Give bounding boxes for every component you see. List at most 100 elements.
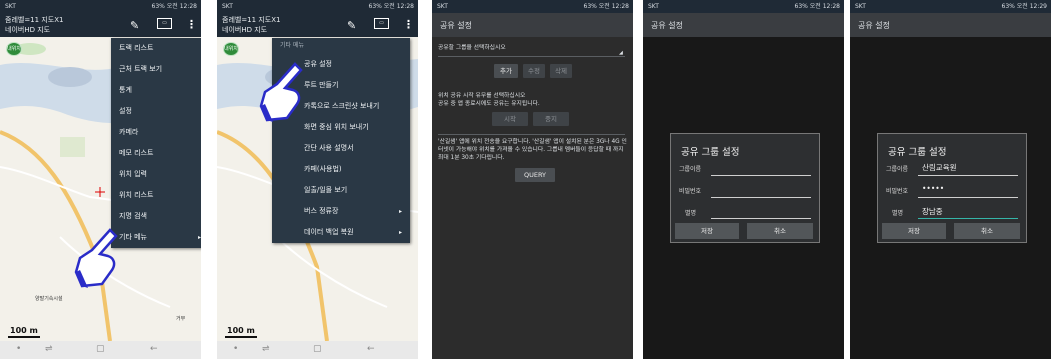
- group-settings-dialog: 공유 그룹 설정 그룹이름 비밀번호 별명 저장 취소: [670, 133, 820, 243]
- group-name-field[interactable]: 산림교육원: [922, 162, 957, 173]
- menu-item-nearby-track[interactable]: 근처 트랙 보기: [111, 59, 201, 80]
- carrier-label: SKT: [855, 3, 866, 10]
- system-nav-bar: • ⇌ ▢ ←: [217, 341, 418, 359]
- carrier-label: SKT: [222, 3, 233, 10]
- menu-item-backup-restore[interactable]: 데이터 백업 복원 ▸: [272, 222, 410, 243]
- menu-item-location-input[interactable]: 위치 입력: [111, 164, 201, 185]
- pointing-hand-icon: [259, 62, 303, 122]
- overflow-menu-icon[interactable]: ⋮: [403, 18, 414, 31]
- phone-screen-group-dialog-filled: SKT 63% 오전 12:29 공유 설정 공유 그룹 설정 그룹이름 산림교…: [850, 0, 1051, 359]
- phone-screen-other-menu: SKT 63% 오전 12:28 줌레벨=11 지도X1 네이버HD 지도 ✎ …: [217, 0, 418, 359]
- divider: [438, 134, 625, 135]
- dialog-title: 공유 그룹 설정: [681, 147, 740, 158]
- phone-screen-share-settings: SKT 63% 오전 12:28 공유 설정 공유할 그룹을 선택하십시오 ◢ …: [432, 0, 633, 359]
- map-scale-bar: [225, 336, 257, 338]
- status-time: 63% 오전 12:29: [1001, 3, 1047, 10]
- menu-item-label: 데이터 백업 복원: [304, 228, 354, 236]
- status-time: 63% 오전 12:28: [583, 3, 629, 10]
- start-button[interactable]: 시작: [492, 112, 528, 126]
- recent-apps-icon[interactable]: ⇌: [262, 344, 270, 354]
- overflow-menu: 트랙 리스트 근처 트랙 보기 통계 설정 카메라 메모 리스트 위치 입력 위…: [111, 38, 201, 248]
- pencil-icon[interactable]: ✎: [130, 19, 139, 32]
- alias-label: 별명: [892, 210, 904, 217]
- overflow-menu-icon[interactable]: ⋮: [186, 18, 197, 31]
- screen-title-bar: 공유 설정: [432, 13, 633, 37]
- back-icon[interactable]: ←: [150, 344, 158, 354]
- status-bar: SKT 63% 오전 12:29: [850, 0, 1051, 13]
- status-time: 63% 오전 12:28: [151, 3, 197, 10]
- my-location-button[interactable]: 내위치: [223, 42, 239, 56]
- recent-apps-icon[interactable]: ⇌: [45, 344, 53, 354]
- status-time: 63% 오전 12:28: [368, 3, 414, 10]
- group-select-prompt: 공유할 그룹을 선택하십시오: [438, 45, 506, 51]
- group-settings-dialog: 공유 그룹 설정 그룹이름 산림교육원 비밀번호 ••••• 별명 장남중 저장…: [877, 133, 1027, 243]
- menu-item-bus-stop[interactable]: 버스 정류장 ▸: [272, 201, 410, 222]
- alias-underline-focused: [918, 218, 1018, 219]
- status-bar: SKT 63% 오전 12:28: [217, 0, 418, 13]
- menu-item-manual[interactable]: 간단 사용 설명서: [272, 138, 410, 159]
- cancel-button[interactable]: 취소: [747, 223, 813, 239]
- cancel-button[interactable]: 취소: [954, 223, 1020, 239]
- menu-item-location-list[interactable]: 위치 리스트: [111, 185, 201, 206]
- status-bar: SKT 63% 오전 12:28: [432, 0, 633, 13]
- menu-item-label: 버스 정류장: [304, 207, 339, 215]
- menu-item-track-list[interactable]: 트랙 리스트: [111, 38, 201, 59]
- share-settings-screen: SKT 63% 오전 12:29 공유 설정 공유 그룹 설정 그룹이름 산림교…: [850, 0, 1051, 359]
- password-underline: [918, 197, 1018, 198]
- alias-field[interactable]: 장남중: [922, 206, 943, 217]
- menu-item-camera[interactable]: 카메라: [111, 122, 201, 143]
- alias-underline: [711, 218, 811, 219]
- menu-item-cafe[interactable]: 카페(사용법): [272, 159, 410, 180]
- password-label: 비밀번호: [679, 188, 702, 195]
- password-underline: [711, 197, 811, 198]
- my-location-button[interactable]: 내위치: [6, 42, 22, 56]
- share-settings-screen: SKT 63% 오전 12:28 공유 설정 공유할 그룹을 선택하십시오 ◢ …: [432, 0, 633, 359]
- map-source-label: 네이버HD 지도: [5, 26, 51, 34]
- password-field[interactable]: •••••: [922, 184, 944, 193]
- map-scale-label: 100 m: [10, 326, 38, 335]
- home-icon[interactable]: ▢: [313, 344, 322, 354]
- stop-button[interactable]: 중지: [533, 112, 569, 126]
- submenu-header: 기타 메뉴: [280, 42, 304, 49]
- dot-icon[interactable]: •: [233, 344, 238, 354]
- map-source-label: 네이버HD 지도: [222, 26, 268, 34]
- save-button[interactable]: 저장: [675, 223, 739, 239]
- query-button[interactable]: QUERY: [515, 168, 555, 182]
- menu-item-memo-list[interactable]: 메모 리스트: [111, 143, 201, 164]
- map-place-label: 거부: [176, 316, 186, 322]
- share-keep-note: 공유 중 앱 종료시에도 공유는 유지됩니다.: [438, 101, 540, 107]
- chevron-right-icon: ▸: [197, 234, 201, 241]
- screen-title: 공유 설정: [440, 21, 472, 30]
- system-nav-bar: • ⇌ ▢ ←: [0, 341, 201, 359]
- menu-item-statistics[interactable]: 통계: [111, 80, 201, 101]
- menu-item-place-search[interactable]: 지명 검색: [111, 206, 201, 227]
- group-name-underline: [711, 175, 811, 176]
- delete-button[interactable]: 삭제: [550, 64, 572, 78]
- chevron-right-icon: ▸: [398, 208, 402, 215]
- map-place-label: 양말기속시설: [35, 296, 63, 302]
- chevron-right-icon: ▸: [398, 229, 402, 236]
- dot-icon[interactable]: •: [16, 344, 21, 354]
- home-icon[interactable]: ▢: [96, 344, 105, 354]
- screen-title: 공유 설정: [858, 21, 890, 30]
- pencil-icon[interactable]: ✎: [347, 19, 356, 32]
- add-button[interactable]: 추가: [494, 64, 518, 78]
- status-time: 63% 오전 12:28: [794, 3, 840, 10]
- group-name-label: 그룹이름: [886, 166, 909, 173]
- menu-item-sunrise-sunset[interactable]: 일출/일몰 보기: [272, 180, 410, 201]
- edit-button[interactable]: 수정: [523, 64, 545, 78]
- carrier-label: SKT: [648, 3, 659, 10]
- map-scale-label: 100 m: [227, 326, 255, 335]
- menu-item-settings[interactable]: 설정: [111, 101, 201, 122]
- phone-screen-group-dialog-empty: SKT 63% 오전 12:28 공유 설정 공유 그룹 설정 그룹이름 비밀번…: [643, 0, 844, 359]
- phone-screen-map-menu: SKT 63% 오전 12:28 줌레벨=11 지도X1 네이버HD 지도 ✎ …: [0, 0, 201, 359]
- status-bar: SKT 63% 오전 12:28: [643, 0, 844, 13]
- pointing-hand-icon: [74, 228, 118, 288]
- screen-icon[interactable]: ▭: [374, 18, 389, 29]
- save-button[interactable]: 저장: [882, 223, 946, 239]
- carrier-label: SKT: [5, 3, 16, 10]
- screen-icon[interactable]: ▭: [157, 18, 172, 29]
- screen-title-bar: 공유 설정: [850, 13, 1051, 37]
- back-icon[interactable]: ←: [367, 344, 375, 354]
- app-bar: 줌레벨=11 지도X1 네이버HD 지도 ✎ ▭ ⋮: [217, 13, 418, 37]
